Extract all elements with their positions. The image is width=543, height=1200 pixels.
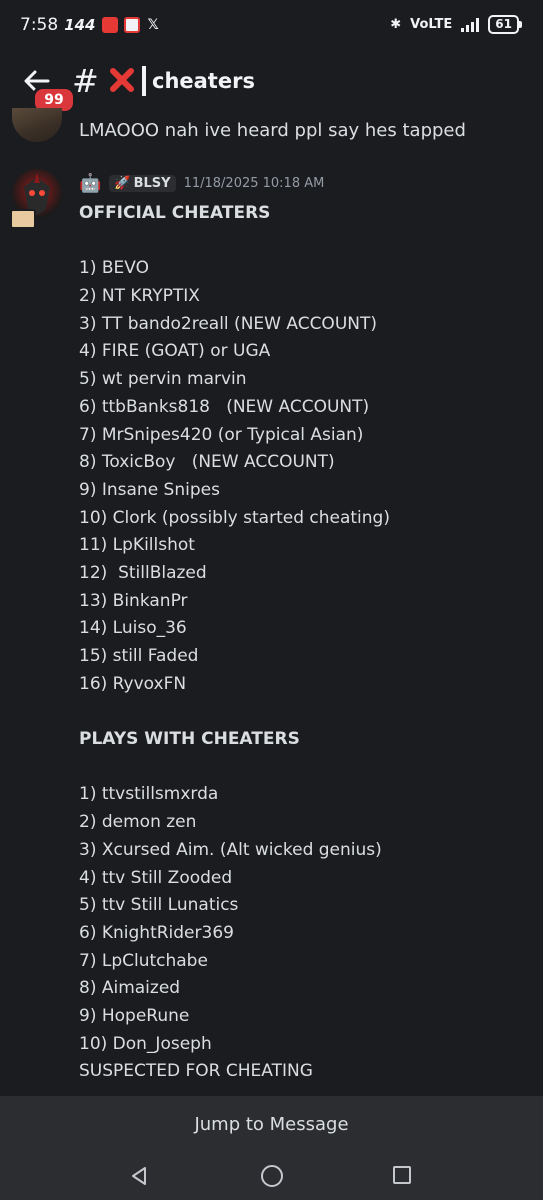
message-line: 3) Xcursed Aim. (Alt wicked genius) [79,839,382,860]
message-line: 7) LpClutchabe [79,950,208,971]
message-line: 9) HopeRune [79,1005,190,1026]
message-line: SUSPECTED FOR CHEATING [79,1061,313,1082]
message-line: 8) ToxicBoy (NEW ACCOUNT) [79,452,335,473]
server-tag[interactable]: 🚀 BLSY [109,175,176,192]
message-header: 🤖 🚀 BLSY 11/18/2025 10:18 AM [79,173,324,194]
section-heading: OFFICIAL CHEATERS [79,203,271,223]
message-line: 14) Luiso_36 [79,618,187,639]
jump-to-message-button[interactable]: Jump to Message [0,1096,543,1154]
message-line: 5) ttv Still Lunatics [79,895,239,916]
message-line: 9) Insane Snipes [79,479,220,500]
previous-message: LMAOOO nah ive heard ppl say hes tapped [0,108,543,150]
x-app-icon: 𝕏 [147,17,159,33]
network-type-label: VoLTE [410,17,453,32]
message-line: 1) ttvstillsmxrda [79,784,219,805]
message-line: 2) NT KRYPTIX [79,286,200,307]
message-line: 11) LpKillshot [79,535,195,556]
message-text: LMAOOO nah ive heard ppl say hes tapped [79,120,466,141]
message-line: 10) Clork (possibly started cheating) [79,507,390,528]
battery-icon: 61 [488,15,522,34]
timestamp: 11/18/2025 10:18 AM [183,176,325,191]
app-notification-icon [101,17,118,33]
channel-name[interactable]: cheaters [152,69,255,93]
nav-back-icon[interactable] [130,1166,148,1186]
message-line: 6) ttbBanks818 (NEW ACCOUNT) [79,396,370,417]
message-line: 5) wt pervin marvin [79,369,247,390]
nav-recents-icon[interactable] [393,1166,411,1184]
refresh-rate-indicator: 144 [64,16,96,34]
clock: 7:58 [20,15,59,35]
nav-home-icon[interactable] [261,1165,283,1187]
message-line: 7) MrSnipes420 (or Typical Asian) [79,424,364,445]
message-content: OFFICIAL CHEATERS 1) BEVO 2) NT KRYPTIX 3) … [79,200,529,1086]
channel-header: 99 # cheaters [0,52,543,114]
message-line: 16) RyvoxFN [79,673,187,694]
message-line [79,754,529,782]
section-heading: PLAYS WITH CHEATERS [79,729,300,750]
divider-bar [142,66,146,96]
channel-hash-icon: # [72,62,99,100]
message-line: 1) BEVO [79,258,149,279]
message-line: 4) FIRE (GOAT) or UGA [79,341,271,362]
message-line: 15) still Faded [79,646,199,666]
message-line: 2) demon zen [79,812,197,833]
message-line: 12) StillBlazed [79,562,207,583]
status-bar-right: ✱ VoLTE 61 [390,15,522,34]
avatar[interactable] [12,108,62,142]
avatar-decoration-icon [10,209,36,229]
message-line [79,698,529,726]
message-line: 8) Aimaized [79,978,181,999]
status-bar: 7:58 144 𝕏 ✱ VoLTE 61 [0,0,543,52]
server-tag-label: BLSY [133,176,171,191]
red-x-emoji-icon [110,68,134,92]
message-line [79,228,529,256]
status-bar-left: 7:58 144 𝕏 [20,15,159,35]
message-line: 10) Don_Joseph [79,1033,212,1054]
message-line: 6) KnightRider369 [79,922,234,943]
rocket-icon: 🚀 [114,176,131,191]
message-line: 3) TT bando2reall (NEW ACCOUNT) [79,313,377,334]
system-nav-bar [0,1154,543,1200]
robot-icon: 🤖 [79,173,102,194]
signal-icon [461,17,480,32]
message-line: 13) BinkanPr [79,590,188,611]
bluetooth-icon: ✱ [390,17,402,32]
app-notification-icon [123,17,140,33]
message-line: 4) ttv Still Zooded [79,867,233,888]
